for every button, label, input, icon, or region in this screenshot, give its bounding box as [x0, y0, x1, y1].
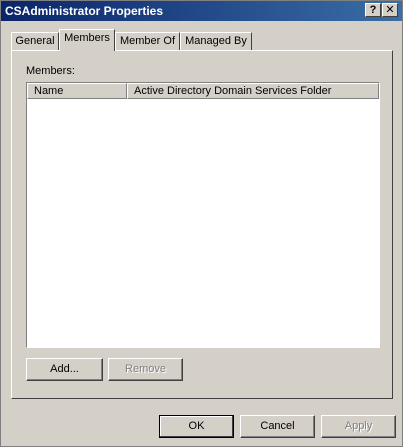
cancel-button[interactable]: Cancel — [240, 415, 315, 438]
members-list[interactable]: Name Active Directory Domain Services Fo… — [26, 82, 380, 348]
tab-members[interactable]: Members — [59, 29, 115, 51]
close-button[interactable]: ✕ — [382, 3, 398, 17]
window-title: CSAdministrator Properties — [5, 4, 164, 18]
tab-label: Managed By — [185, 35, 247, 47]
title-bar[interactable]: CSAdministrator Properties ? ✕ — [1, 1, 402, 21]
add-button[interactable]: Add... — [26, 358, 103, 381]
tab-label: General — [15, 35, 55, 47]
close-icon: ✕ — [385, 4, 395, 16]
column-header-folder[interactable]: Active Directory Domain Services Folder — [127, 83, 379, 99]
properties-dialog: CSAdministrator Properties ? ✕ General M… — [0, 0, 403, 447]
ok-button[interactable]: OK — [159, 415, 234, 438]
list-header: Name Active Directory Domain Services Fo… — [27, 83, 379, 99]
tab-label: Member Of — [119, 35, 175, 47]
remove-button[interactable]: Remove — [108, 358, 183, 381]
help-icon: ? — [369, 4, 377, 16]
members-label: Members: — [26, 65, 75, 77]
tab-member-of[interactable]: Member Of — [115, 32, 180, 50]
apply-button[interactable]: Apply — [321, 415, 396, 438]
tab-managed-by[interactable]: Managed By — [180, 32, 252, 50]
members-tab-panel: Members: Name Active Directory Domain Se… — [11, 50, 393, 399]
tab-general[interactable]: General — [11, 32, 59, 50]
tab-label: Members — [64, 32, 110, 44]
help-button[interactable]: ? — [365, 3, 381, 17]
column-header-name[interactable]: Name — [27, 83, 127, 99]
